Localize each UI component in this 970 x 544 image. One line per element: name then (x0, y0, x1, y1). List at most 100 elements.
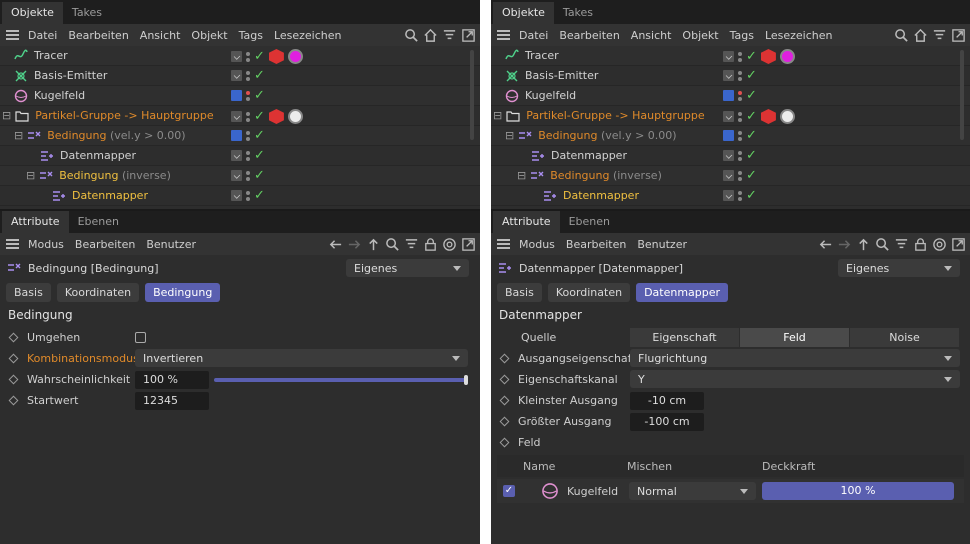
visibility-dots[interactable] (738, 70, 742, 81)
quelle-feld[interactable]: Feld (740, 328, 850, 347)
layer-toggle[interactable] (723, 130, 734, 141)
home-icon[interactable] (423, 28, 438, 43)
umgehen-checkbox[interactable] (135, 332, 146, 343)
enabled-check[interactable]: ✓ (746, 89, 757, 102)
layer-toggle[interactable] (231, 51, 242, 62)
forward-arrow-icon[interactable] (837, 237, 852, 252)
field-list-row[interactable]: ✓ Kugelfeld Normal 100 % (497, 479, 964, 503)
collapse-icon[interactable]: ⊟ (505, 129, 514, 142)
visibility-dots[interactable] (246, 90, 250, 101)
enabled-check[interactable]: ✓ (254, 50, 265, 63)
mischen-dropdown[interactable]: Normal (629, 482, 756, 500)
expand-icon[interactable] (461, 28, 476, 43)
lock-icon[interactable] (913, 237, 928, 252)
layer-toggle[interactable] (723, 111, 734, 122)
forward-arrow-icon[interactable] (347, 237, 362, 252)
keyframe-diamond-icon[interactable] (8, 332, 19, 343)
menu-lesezeichen[interactable]: Lesezeichen (765, 29, 833, 42)
tab-attribute[interactable]: Attribute (493, 211, 560, 233)
tab-objekte[interactable]: Objekte (493, 2, 554, 24)
tab-basis[interactable]: Basis (497, 282, 542, 302)
deckkraft-slider[interactable]: 100 % (762, 482, 954, 500)
collapse-icon[interactable]: ⊟ (2, 109, 11, 122)
tab-takes[interactable]: Takes (554, 2, 602, 24)
lock-icon[interactable] (423, 237, 438, 252)
kleinster-ausgang-field[interactable]: -10 cm (630, 392, 704, 410)
mode-dropdown[interactable]: Eigenes (838, 259, 960, 277)
enabled-check[interactable]: ✓ (746, 69, 757, 82)
menu-bearbeiten[interactable]: Bearbeiten (566, 238, 626, 251)
hamburger-icon[interactable] (497, 239, 510, 249)
menu-benutzer[interactable]: Benutzer (637, 238, 687, 251)
enabled-check[interactable]: ✓ (746, 189, 757, 202)
back-arrow-icon[interactable] (818, 237, 833, 252)
up-arrow-icon[interactable] (856, 237, 871, 252)
menu-objekt[interactable]: Objekt (191, 29, 227, 42)
layer-toggle[interactable] (723, 190, 734, 201)
filter-icon[interactable] (404, 237, 419, 252)
keyframe-diamond-icon[interactable] (8, 374, 19, 385)
menu-bearbeiten[interactable]: Bearbeiten (75, 238, 135, 251)
field-enable-checkbox[interactable]: ✓ (503, 485, 515, 497)
hamburger-icon[interactable] (497, 30, 510, 40)
enabled-check[interactable]: ✓ (746, 129, 757, 142)
visibility-dots[interactable] (738, 111, 742, 122)
expand-icon[interactable] (951, 28, 966, 43)
enabled-check[interactable]: ✓ (254, 189, 265, 202)
collapse-icon[interactable]: ⊟ (26, 169, 35, 182)
collapse-icon[interactable]: ⊟ (14, 129, 23, 142)
wahrscheinlichkeit-field[interactable]: 100 % (135, 371, 209, 389)
filter-icon[interactable] (442, 28, 457, 43)
material-tag-icon[interactable] (779, 109, 795, 124)
visibility-dots[interactable] (246, 150, 250, 161)
visibility-dots[interactable] (738, 90, 742, 101)
keyframe-diamond-icon[interactable] (499, 395, 510, 406)
enabled-check[interactable]: ✓ (254, 110, 265, 123)
filter-icon[interactable] (894, 237, 909, 252)
visibility-dots[interactable] (738, 170, 742, 181)
target-icon[interactable] (932, 237, 947, 252)
menu-modus[interactable]: Modus (28, 238, 64, 251)
layer-toggle[interactable] (231, 70, 242, 81)
tab-koordinaten[interactable]: Koordinaten (56, 282, 140, 302)
material-tag-icon[interactable] (287, 49, 303, 64)
enabled-check[interactable]: ✓ (254, 129, 265, 142)
search-icon[interactable] (385, 237, 400, 252)
enabled-check[interactable]: ✓ (746, 110, 757, 123)
layer-toggle[interactable] (231, 130, 242, 141)
layer-toggle[interactable] (723, 70, 734, 81)
search-icon[interactable] (875, 237, 890, 252)
cube-tag-icon[interactable] (760, 109, 776, 124)
menu-bearbeiten[interactable]: Bearbeiten (68, 29, 128, 42)
startwert-field[interactable]: 12345 (135, 392, 209, 410)
tab-ebenen[interactable]: Ebenen (560, 211, 619, 233)
keyframe-diamond-icon[interactable] (8, 353, 19, 364)
collapse-icon[interactable]: ⊟ (517, 169, 526, 182)
visibility-dots[interactable] (246, 190, 250, 201)
hamburger-icon[interactable] (6, 239, 19, 249)
keyframe-diamond-icon[interactable] (499, 374, 510, 385)
keyframe-diamond-icon[interactable] (499, 416, 510, 427)
menu-modus[interactable]: Modus (519, 238, 555, 251)
cube-tag-icon[interactable] (268, 49, 284, 64)
enabled-check[interactable]: ✓ (254, 169, 265, 182)
hamburger-icon[interactable] (6, 30, 19, 40)
tab-koordinaten[interactable]: Koordinaten (547, 282, 631, 302)
search-icon[interactable] (404, 28, 419, 43)
groesster-ausgang-field[interactable]: -100 cm (630, 413, 704, 431)
enabled-check[interactable]: ✓ (254, 149, 265, 162)
menu-datei[interactable]: Datei (519, 29, 548, 42)
back-arrow-icon[interactable] (328, 237, 343, 252)
enabled-check[interactable]: ✓ (254, 89, 265, 102)
eigenschaftskanal-dropdown[interactable]: Y (630, 370, 960, 388)
visibility-dots[interactable] (246, 111, 250, 122)
tab-basis[interactable]: Basis (6, 282, 51, 302)
up-arrow-icon[interactable] (366, 237, 381, 252)
ausgangseigenschaft-dropdown[interactable]: Flugrichtung (630, 349, 960, 367)
keyframe-diamond-icon[interactable] (8, 395, 19, 406)
visibility-dots[interactable] (246, 170, 250, 181)
quelle-eigenschaft[interactable]: Eigenschaft (630, 328, 740, 347)
filter-icon[interactable] (932, 28, 947, 43)
layer-toggle[interactable] (231, 111, 242, 122)
tab-attribute[interactable]: Attribute (2, 211, 69, 233)
